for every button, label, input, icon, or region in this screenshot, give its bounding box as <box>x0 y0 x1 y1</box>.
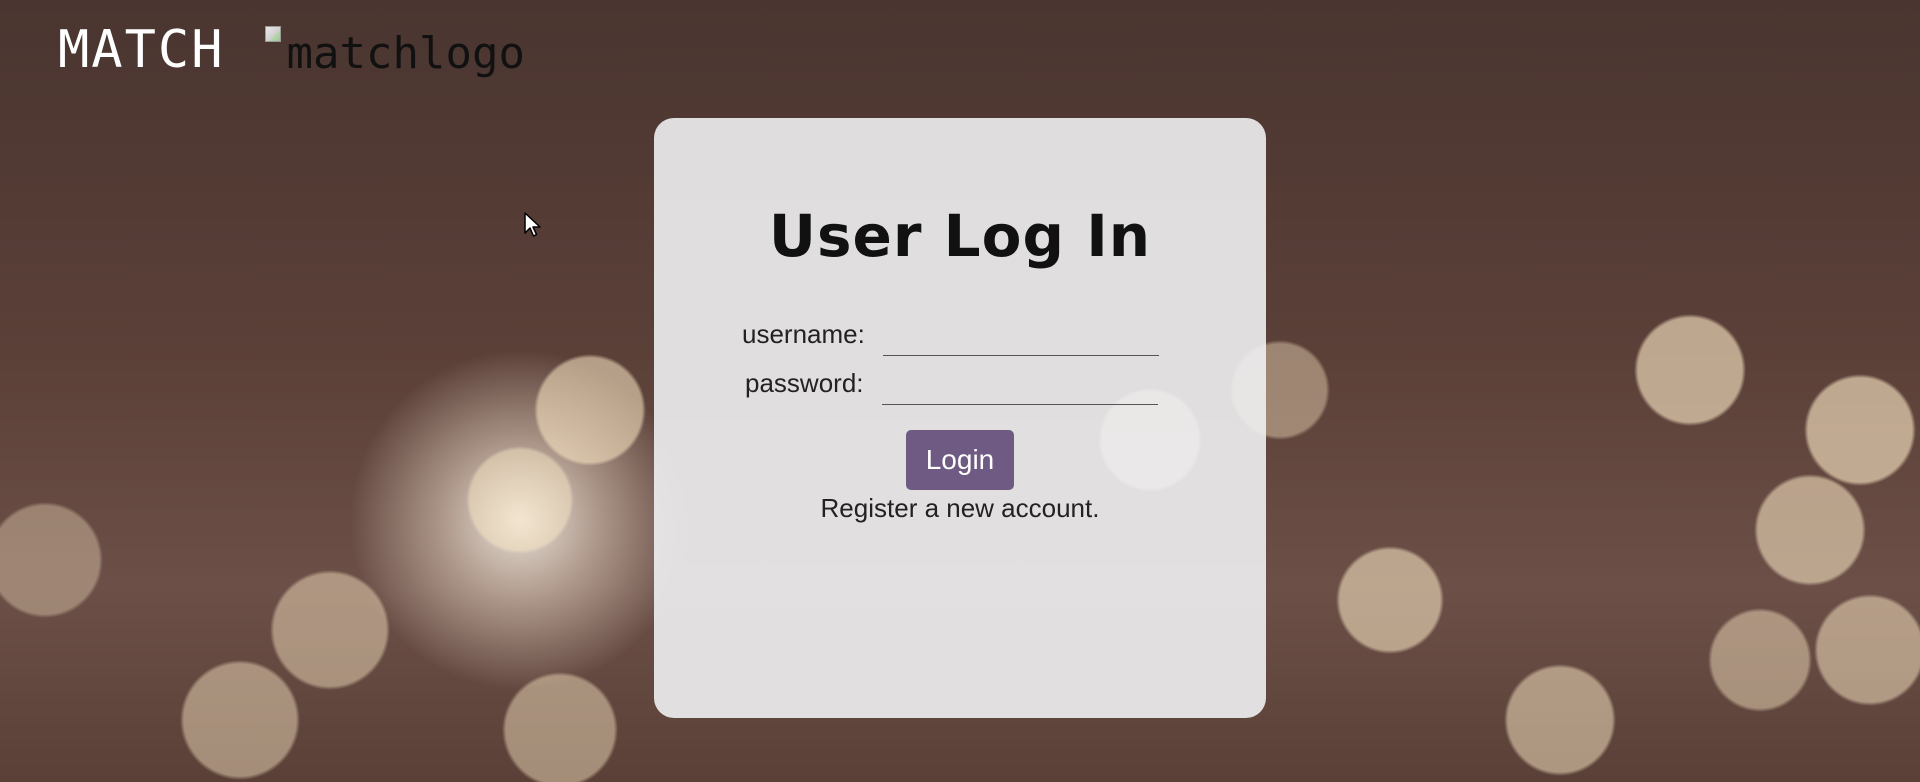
username-label: username: <box>742 319 865 349</box>
site-logo[interactable]: matchlogo <box>264 22 525 82</box>
register-link[interactable]: Register a new account. <box>654 493 1266 524</box>
login-title: User Log In <box>768 202 1152 270</box>
mouse-cursor-icon <box>524 212 541 237</box>
login-card: User Log In username: password: Login Re… <box>654 118 1266 718</box>
password-label: password: <box>745 368 864 398</box>
broken-image-icon <box>264 26 281 42</box>
logo-alt-text: matchlogo <box>286 28 525 79</box>
password-input[interactable] <box>881 365 1158 405</box>
brand-title: MATCH <box>58 20 225 80</box>
password-row: password: <box>745 361 1158 405</box>
username-row: username: <box>742 312 1159 356</box>
site-header: MATCH matchlogo <box>58 22 525 82</box>
login-button[interactable]: Login <box>906 430 1014 490</box>
username-input[interactable] <box>882 316 1159 356</box>
